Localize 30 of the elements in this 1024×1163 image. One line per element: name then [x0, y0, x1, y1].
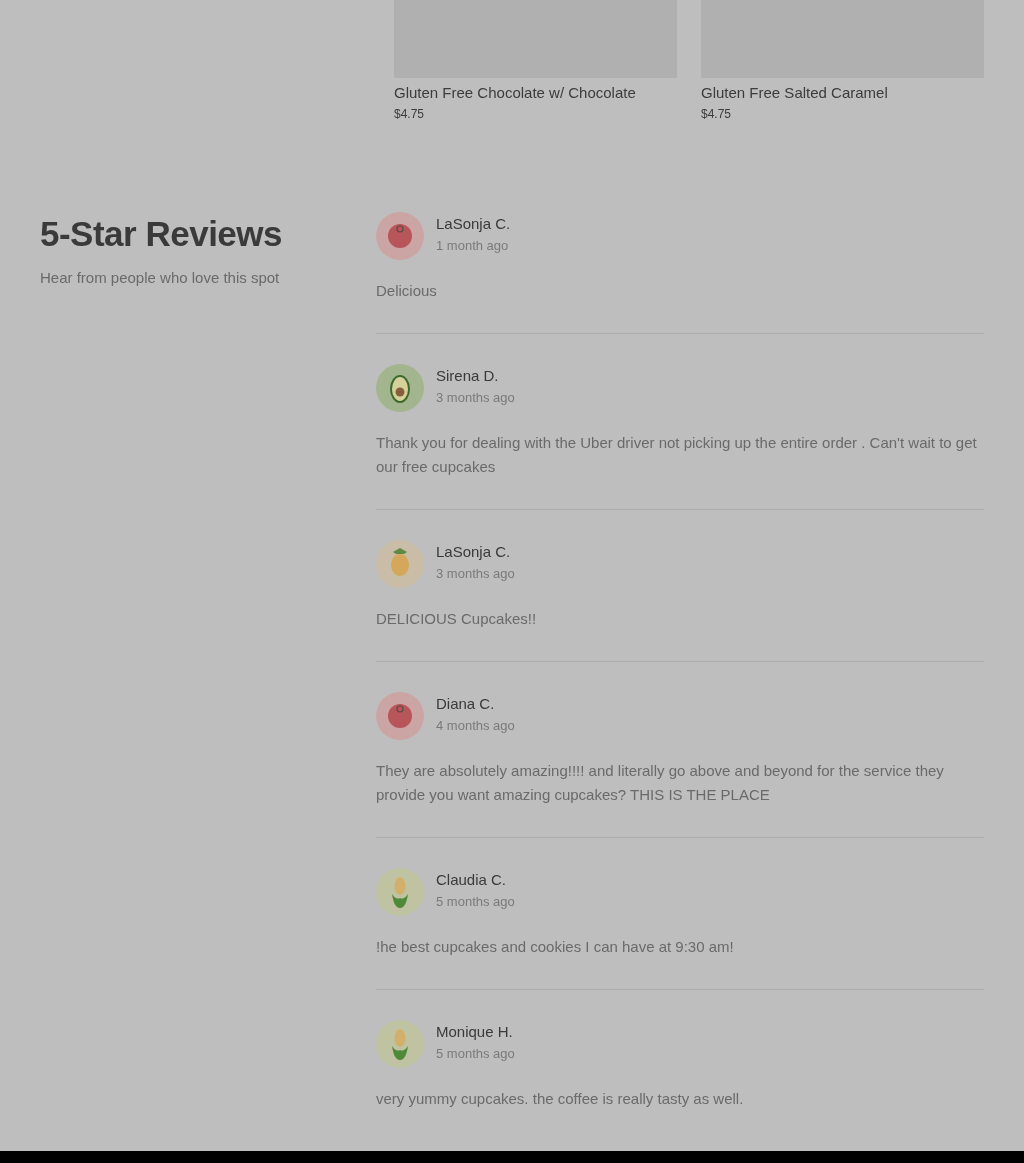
review-time: 1 month ago	[436, 237, 510, 255]
reviewer-name: Sirena D.	[436, 366, 500, 386]
review-time: 3 months ago	[436, 565, 515, 583]
review-time: 5 months ago	[436, 1045, 515, 1063]
section-subtitle: Hear from people who love this spot	[40, 268, 281, 288]
product-name[interactable]: Gluten Free Salted Caramel	[701, 83, 984, 103]
review-time: 5 months ago	[436, 893, 515, 911]
corn-avatar-icon	[376, 1020, 424, 1068]
product-price: $4.75	[394, 106, 426, 122]
reviewer-name: LaSonja C.	[436, 542, 512, 562]
review-text: Thank you for dealing with the Uber driver not picking up the entire order . Can't wait to get our free cupcakes	[376, 433, 978, 477]
review-text: Delicious	[376, 281, 438, 301]
reviewer-name: Diana C.	[436, 694, 496, 714]
reviewer-name: Monique H.	[436, 1022, 514, 1042]
review-time: 3 months ago	[436, 389, 515, 407]
review-text: DELICIOUS Cupcakes!!	[376, 609, 538, 629]
reviewer-name: Claudia C.	[436, 870, 508, 890]
corn-avatar-icon	[376, 868, 424, 916]
section-title: 5-Star Reviews	[40, 213, 284, 255]
avocado-avatar-icon	[376, 364, 424, 412]
tomato-avatar-icon	[376, 692, 424, 740]
tomato-avatar-icon	[376, 212, 424, 260]
review-text: !he best cupcakes and cookies I can have at 9:30 am!	[376, 937, 735, 957]
review-text: very yummy cupcakes. the coffee is really tasty as well.	[376, 1089, 745, 1109]
pineapple-avatar-icon	[376, 540, 424, 588]
review-time: 4 months ago	[436, 717, 515, 735]
review-text: They are absolutely amazing!!!! and literally go above and beyond for the service they provide you want amazing cupcakes? THIS IS THE PLACE	[376, 761, 945, 805]
reviewer-name: LaSonja C.	[436, 214, 511, 234]
product-price: $4.75	[701, 106, 733, 122]
product-name[interactable]: Gluten Free Chocolate w/ Chocolate	[394, 83, 677, 103]
